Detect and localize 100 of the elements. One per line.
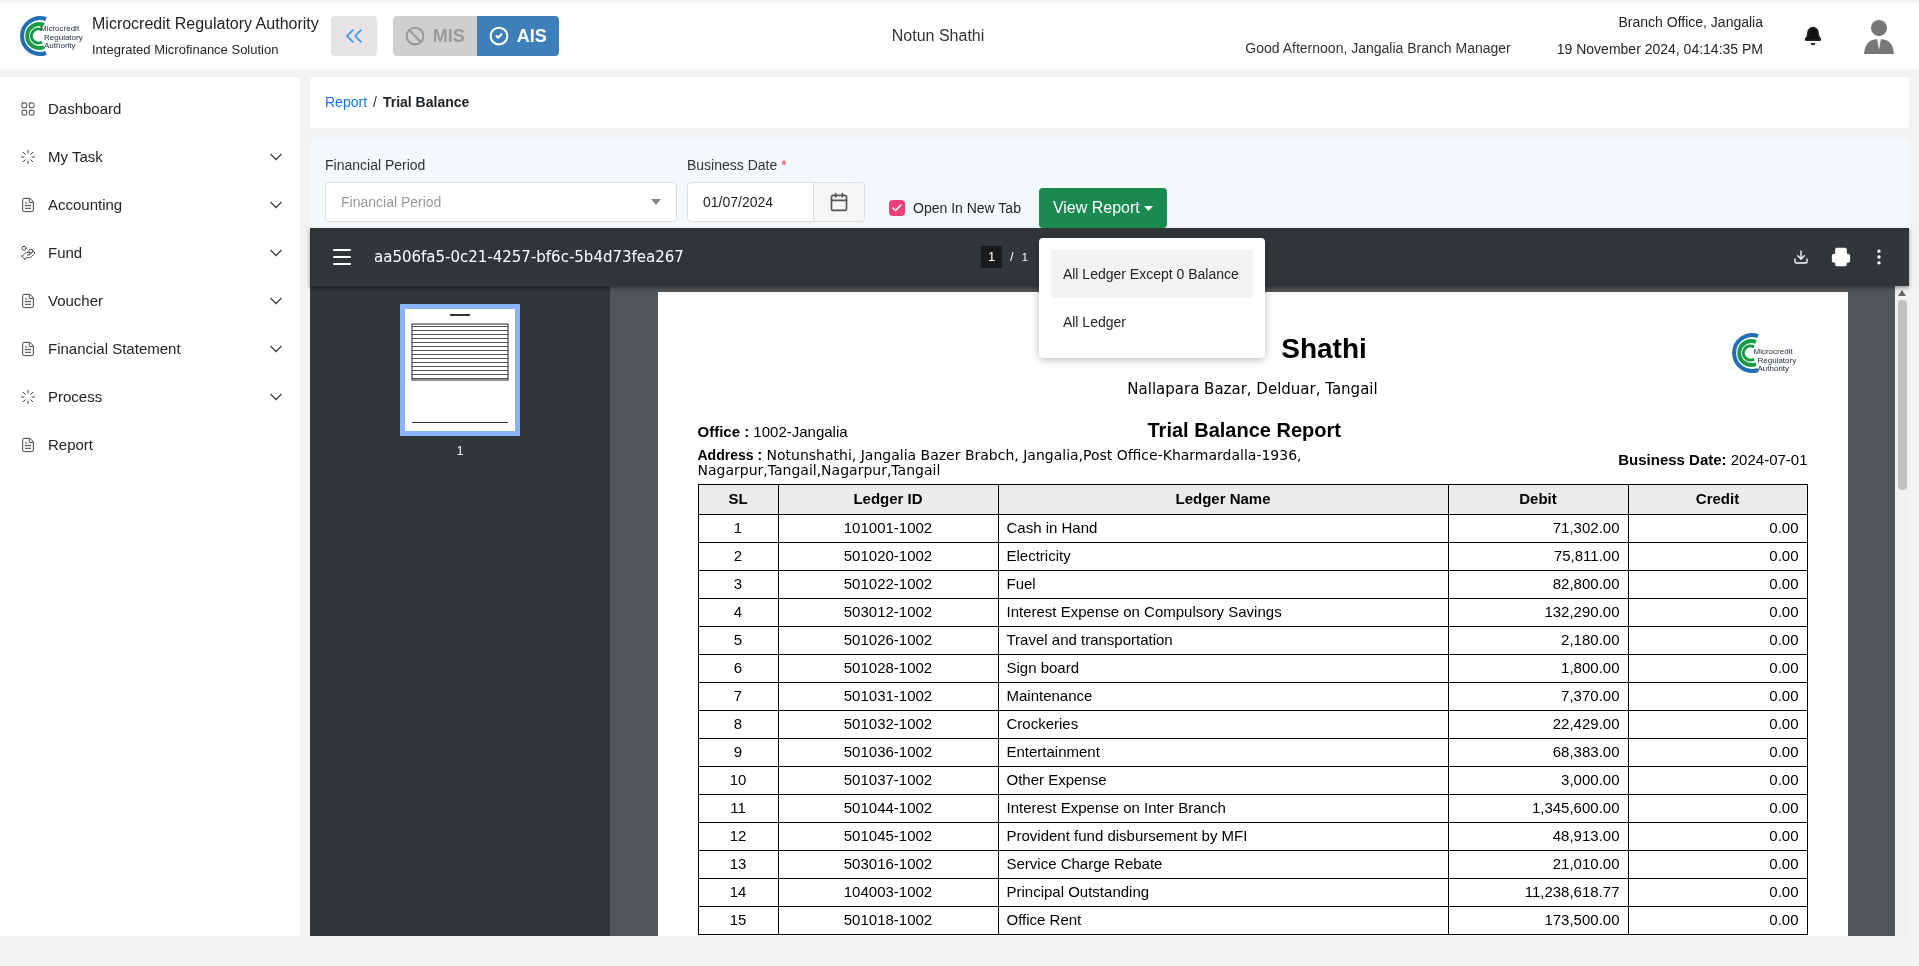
document-icon: [20, 197, 36, 213]
branch-name: Branch Office, Jangalia: [1618, 13, 1763, 32]
table-cell: 48,913.00: [1448, 822, 1628, 851]
table-cell: 101001-1002: [778, 514, 998, 543]
sidebar-item[interactable]: My Task: [0, 133, 300, 181]
page-number-field[interactable]: 1: [980, 246, 1003, 268]
table-cell: 501037-1002: [778, 766, 998, 795]
table-cell: 11: [698, 794, 778, 823]
table-cell: 82,800.00: [1448, 570, 1628, 599]
table-cell: 6: [698, 654, 778, 683]
scrollbar-thumb[interactable]: [1897, 300, 1907, 490]
table-cell: Electricity: [998, 542, 1448, 571]
column-header: Ledger Name: [998, 484, 1448, 515]
table-cell: 2: [698, 542, 778, 571]
checkmark-icon: [891, 202, 903, 214]
notification-bell-icon[interactable]: [1803, 26, 1823, 46]
report-org-address: Nallapara Bazar, Delduar, Tangail: [1127, 379, 1378, 400]
field-label: Business Date *: [687, 156, 788, 175]
page-thumbnail[interactable]: [400, 304, 520, 436]
table-cell: 3: [698, 570, 778, 599]
calendar-button[interactable]: [814, 182, 865, 222]
breadcrumb-separator: /: [373, 93, 377, 112]
document-icon: [20, 437, 36, 453]
page-total: 1: [1021, 249, 1028, 265]
table-cell: 75,811.00: [1448, 542, 1628, 571]
table-cell: Cash in Hand: [998, 514, 1448, 543]
sidebar-item[interactable]: Process: [0, 373, 300, 421]
date-time: 19 November 2024, 04:14:35 PM: [1556, 40, 1763, 59]
caret-down-icon: [651, 199, 661, 205]
sidebar-item[interactable]: Financial Statement: [0, 325, 300, 373]
org-subtitle: Integrated Microfinance Solution: [92, 41, 280, 60]
caret-down-icon: [1143, 205, 1153, 211]
table-cell: 8: [698, 710, 778, 739]
table-cell: Other Expense: [998, 766, 1448, 795]
table-cell: 22,429.00: [1448, 710, 1628, 739]
table-cell: 501020-1002: [778, 542, 998, 571]
table-cell: 0.00: [1628, 570, 1807, 599]
table-cell: 0.00: [1628, 822, 1807, 851]
table-cell: Interest Expense on Inter Branch: [998, 794, 1448, 823]
table-cell: Travel and transportation: [998, 626, 1448, 655]
table-cell: 0.00: [1628, 906, 1807, 935]
scroll-up-arrow-icon[interactable]: [1898, 290, 1906, 296]
table-cell: 14: [698, 878, 778, 907]
table-cell: 0.00: [1628, 766, 1807, 795]
user-avatar-icon[interactable]: [1863, 18, 1895, 54]
hand-coins-icon: [20, 245, 36, 261]
breadcrumb-current: Trial Balance: [382, 93, 470, 112]
report-logo: Microcredit Regulatory Authority: [1725, 328, 1808, 390]
view-report-button[interactable]: View Report: [1038, 188, 1167, 228]
table-cell: Office Rent: [998, 906, 1448, 935]
table-cell: 132,290.00: [1448, 598, 1628, 627]
table-cell: 11,238,618.77: [1448, 878, 1628, 907]
dotted-circle-icon: [20, 389, 36, 405]
column-header: Ledger ID: [778, 484, 998, 515]
table-cell: Principal Outstanding: [998, 878, 1448, 907]
table-cell: 21,010.00: [1448, 850, 1628, 879]
sidebar-item[interactable]: Fund: [0, 229, 300, 277]
table-cell: 15: [698, 906, 778, 935]
grid-icon: [20, 101, 36, 117]
blocked-icon: [404, 26, 425, 46]
table-cell: 5: [698, 626, 778, 655]
table-cell: Fuel: [998, 570, 1448, 599]
sidebar-item[interactable]: Voucher: [0, 277, 300, 325]
table-cell: Service Charge Rebate: [998, 850, 1448, 879]
table-cell: 13: [698, 850, 778, 879]
table-cell: Entertainment: [998, 738, 1448, 767]
table-cell: Interest Expense on Compulsory Savings: [998, 598, 1448, 627]
business-date-field[interactable]: 01/07/2024: [687, 182, 814, 222]
table-cell: 0.00: [1628, 850, 1807, 879]
sidebar-item[interactable]: Dashboard: [0, 85, 300, 133]
table-cell: 1,800.00: [1448, 654, 1628, 683]
table-cell: 0.00: [1628, 598, 1807, 627]
table-cell: 0.00: [1628, 710, 1807, 739]
table-cell: 68,383.00: [1448, 738, 1628, 767]
menu-item[interactable]: All Ledger: [1050, 298, 1253, 346]
table-cell: 7,370.00: [1448, 682, 1628, 711]
office-text: Office : 1002-Jangalia: [697, 421, 848, 442]
check-circle-icon: [488, 26, 509, 46]
print-icon[interactable]: [1831, 247, 1851, 267]
table-cell: Crockeries: [998, 710, 1448, 739]
report-org-title: Shathi: [1281, 332, 1367, 366]
column-header: Debit: [1448, 484, 1628, 515]
sidebar-item[interactable]: Accounting: [0, 181, 300, 229]
sidebar-item[interactable]: Report: [0, 421, 300, 469]
table-cell: 501036-1002: [778, 738, 998, 767]
open-in-new-tab-checkbox[interactable]: [889, 200, 905, 216]
table-cell: 173,500.00: [1448, 906, 1628, 935]
table-cell: 9: [698, 738, 778, 767]
table-cell: 12: [698, 822, 778, 851]
table-cell: Maintenance: [998, 682, 1448, 711]
table-cell: 0.00: [1628, 514, 1807, 543]
file-name: aa506fa5-0c21-4257-bf6c-5b4d73fea267: [374, 246, 684, 268]
module-tab[interactable]: AIS: [476, 16, 559, 56]
menu-item[interactable]: All Ledger Except 0 Balance: [1050, 250, 1253, 298]
table-cell: 1,345,600.00: [1448, 794, 1628, 823]
breadcrumb-link[interactable]: Report: [325, 92, 368, 113]
table-cell: 501022-1002: [778, 570, 998, 599]
table-cell: 0.00: [1628, 878, 1807, 907]
document-icon: [20, 341, 36, 357]
download-icon[interactable]: [1793, 249, 1809, 265]
